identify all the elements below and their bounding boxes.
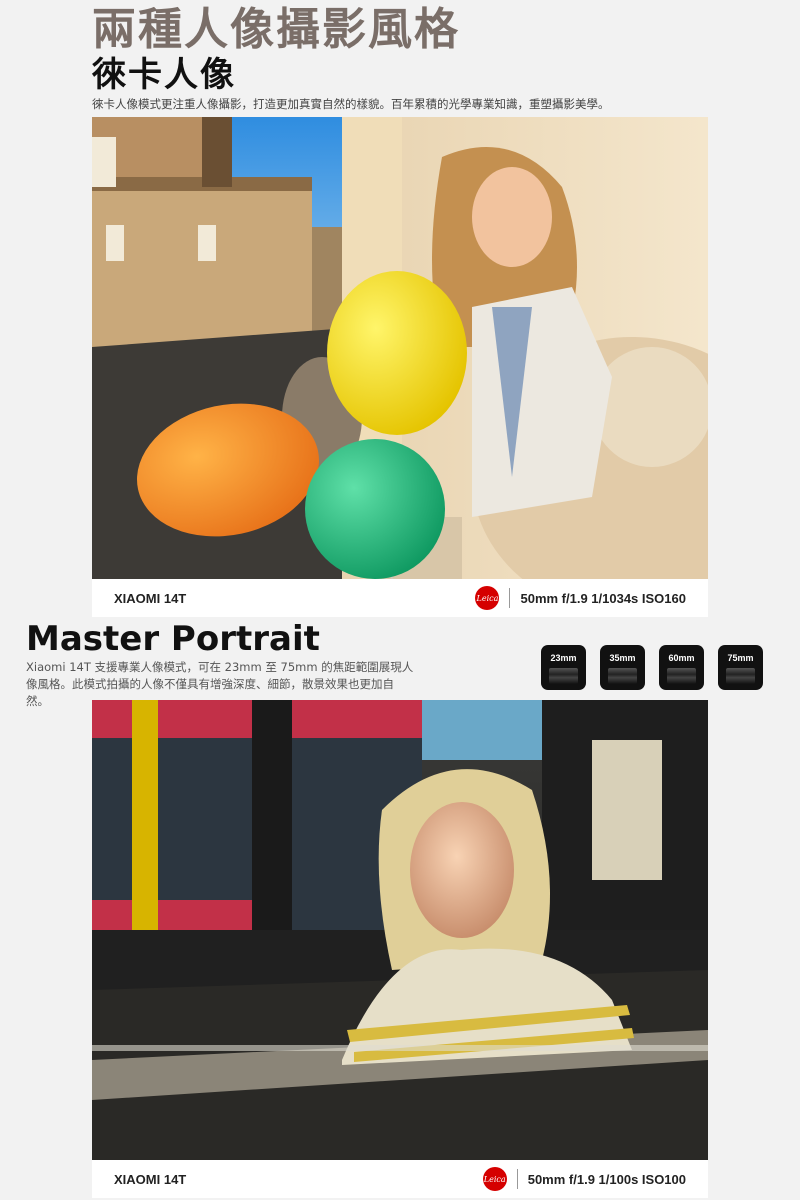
- exif-specs: 50mm f/1.9 1/1034s ISO160: [520, 590, 686, 606]
- section-intro: 徠卡人像模式更注重人像攝影，打造更加真實自然的樣貌。百年累積的光學專業知識，重塑…: [92, 97, 610, 111]
- lens-75mm-icon: 75mm: [718, 645, 763, 690]
- photo-caption-bar: XIAOMI 14T Leica 50mm f/1.9 1/1034s ISO1…: [92, 579, 708, 617]
- master-portrait-photo: [92, 700, 708, 1160]
- caption-divider: [509, 588, 511, 608]
- leica-logo-icon: Leica: [475, 586, 500, 610]
- section-title-leica-portrait: 徠卡人像: [92, 55, 236, 95]
- camera-model-2: XIAOMI 14T: [114, 1171, 187, 1187]
- balloon-girl-image: [92, 117, 708, 579]
- camera-model: XIAOMI 14T: [114, 590, 187, 606]
- lens-60mm-icon: 60mm: [659, 645, 704, 690]
- lens-35mm-icon: 35mm: [600, 645, 645, 690]
- focal-length-list: 23mm 35mm 60mm 75mm: [541, 645, 763, 690]
- exif-specs-2: 50mm f/1.9 1/100s ISO100: [527, 1171, 686, 1187]
- photo-caption-bar-2: XIAOMI 14T Leica 50mm f/1.9 1/100s ISO10…: [92, 1160, 708, 1198]
- window-woman-image: [92, 700, 708, 1160]
- leica-portrait-photo: [92, 117, 708, 579]
- leica-logo-icon-2: Leica: [482, 1167, 507, 1191]
- section-title-master-portrait: Master Portrait: [26, 619, 320, 659]
- page-headline: 兩種人像攝影風格: [92, 4, 460, 55]
- lens-23mm-icon: 23mm: [541, 645, 586, 690]
- caption-divider-2: [516, 1169, 518, 1189]
